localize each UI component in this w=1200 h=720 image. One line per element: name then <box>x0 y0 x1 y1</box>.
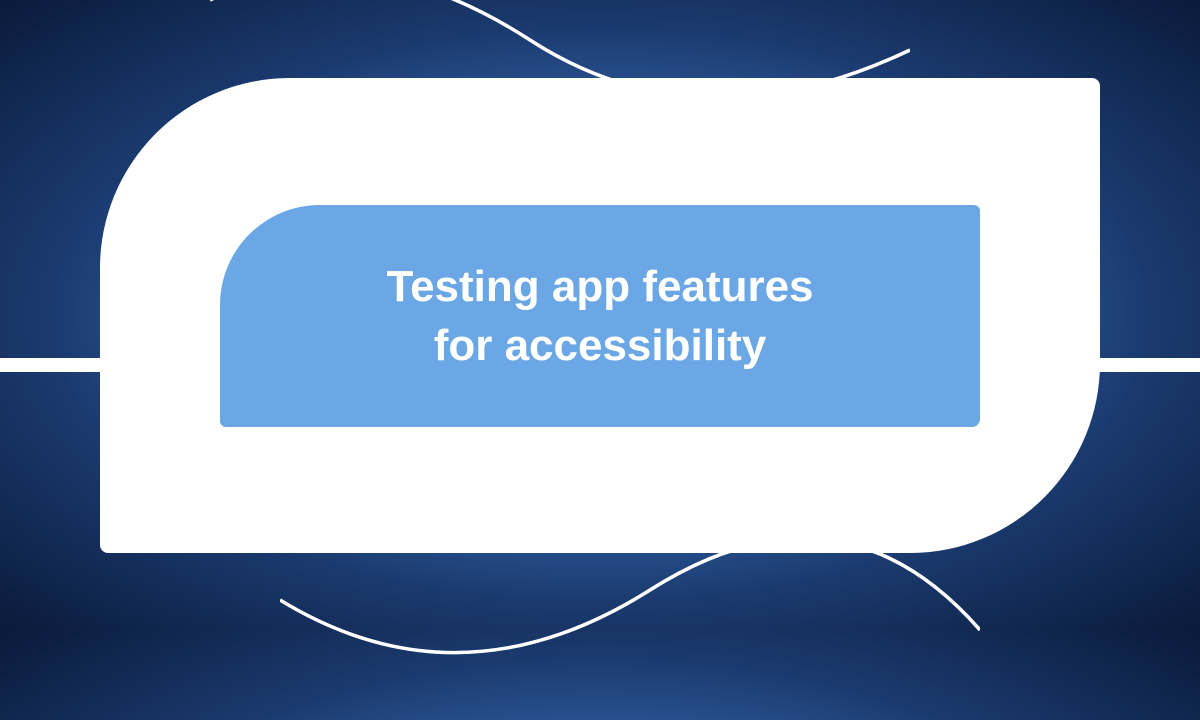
hero-title-line2: for accessibility <box>434 321 767 370</box>
hero-title-line1: Testing app features <box>386 262 813 311</box>
hero-title: Testing app features for accessibility <box>346 257 853 376</box>
inner-title-panel: Testing app features for accessibility <box>220 205 980 427</box>
